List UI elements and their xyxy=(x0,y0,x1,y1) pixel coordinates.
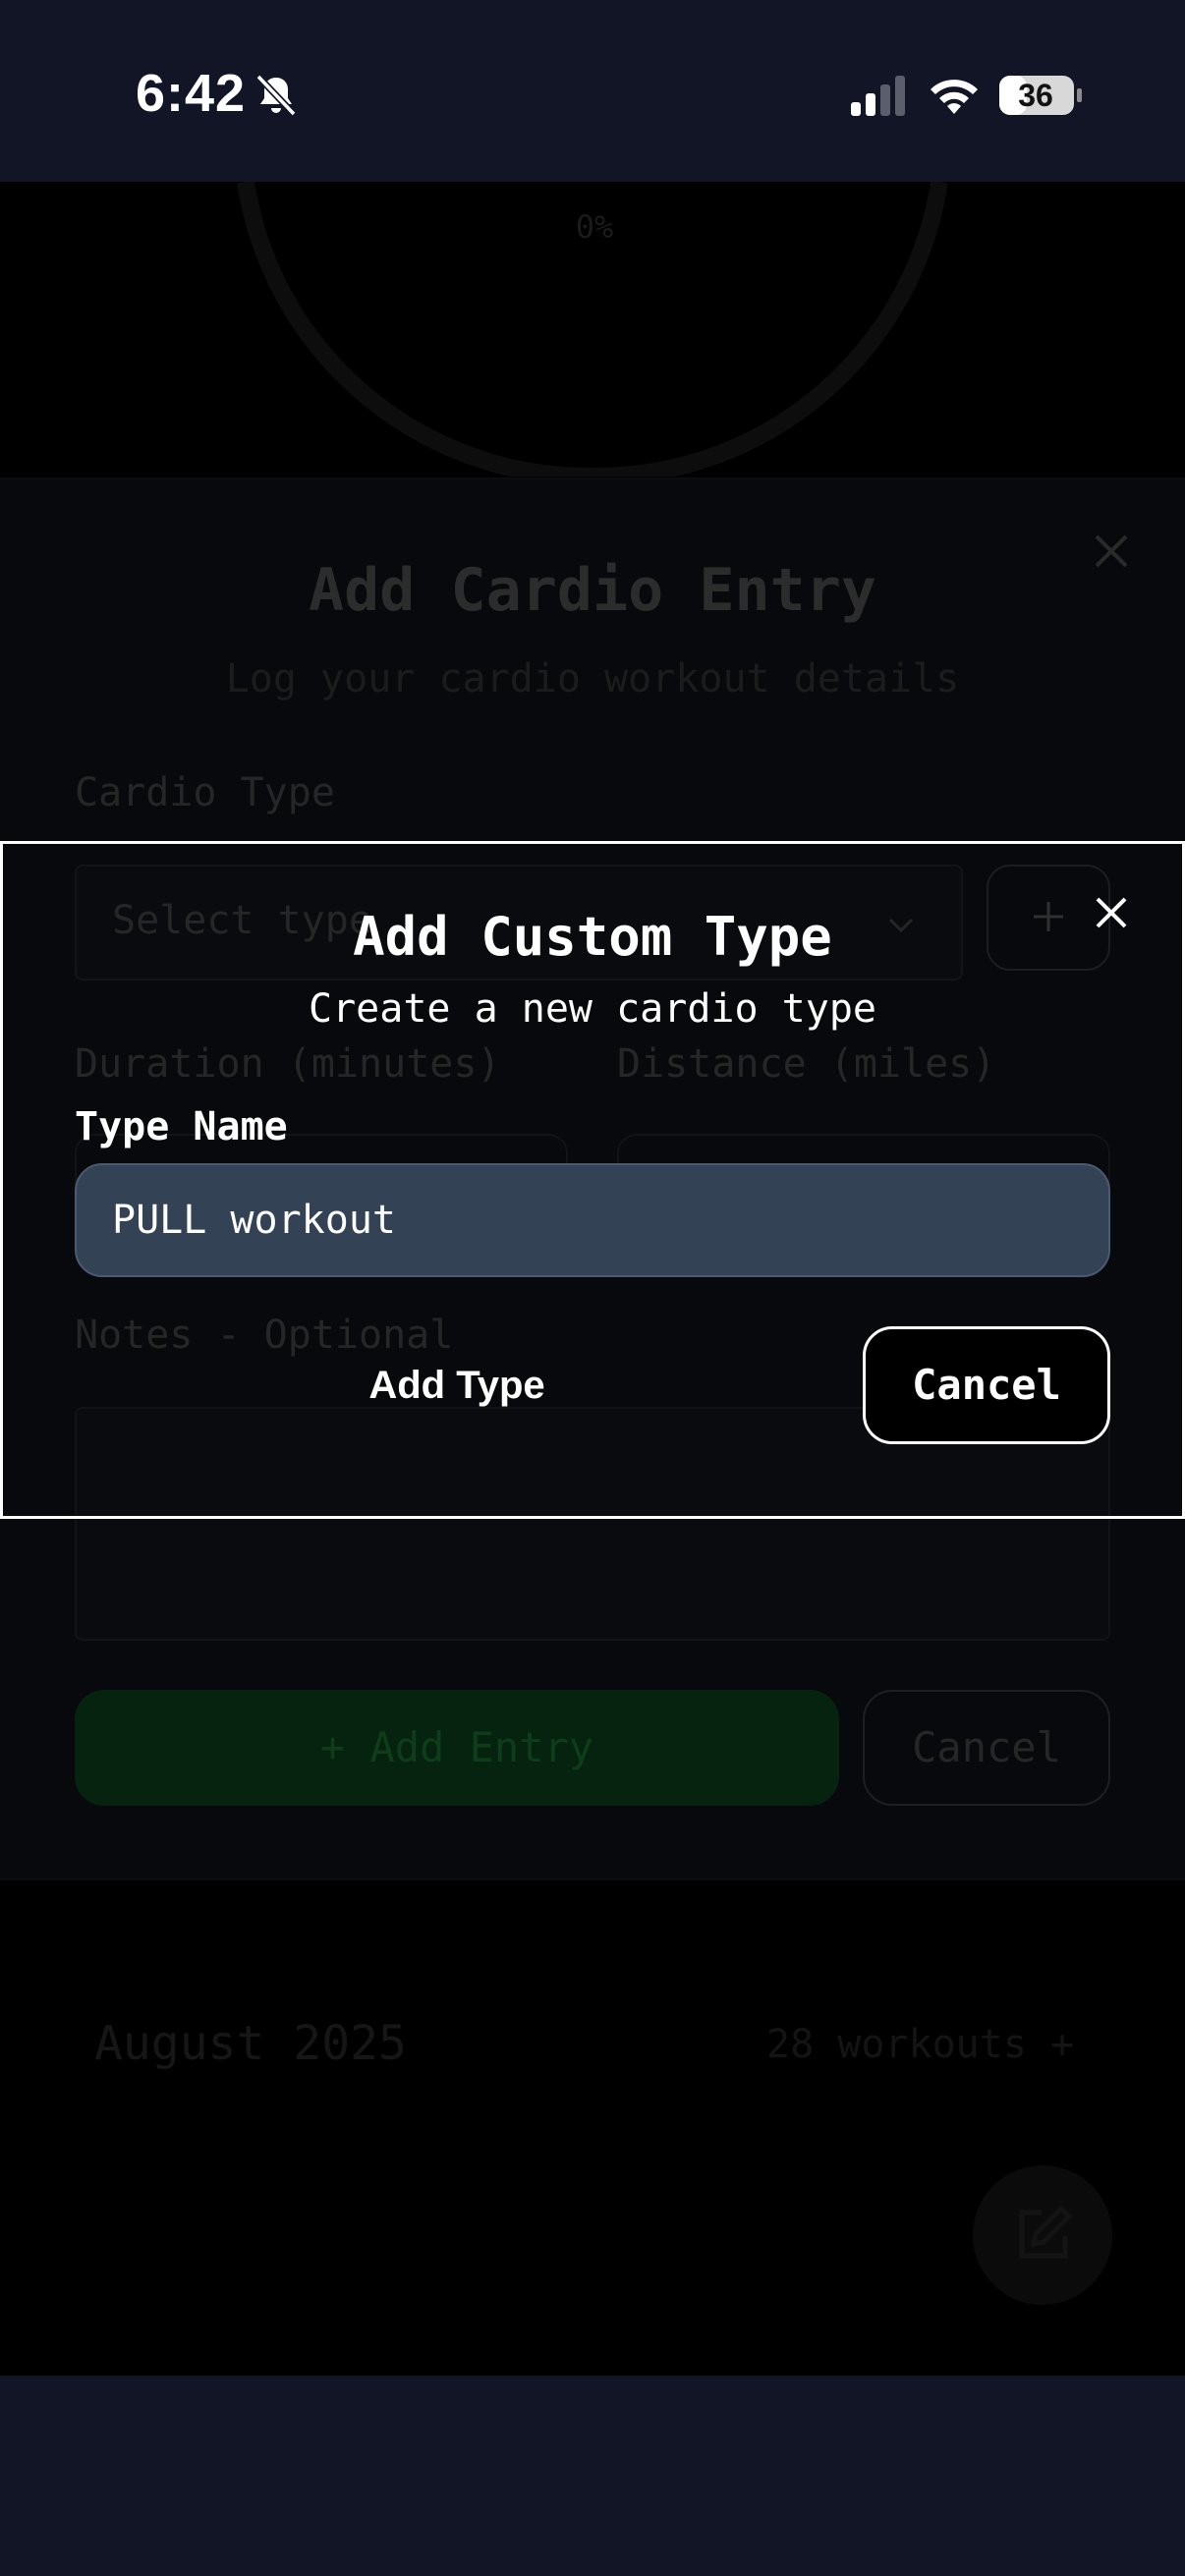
signal-icon xyxy=(851,76,905,116)
workouts-count: 28 workouts + xyxy=(766,2022,1075,2067)
cardio-cancel-label: Cancel xyxy=(912,1723,1061,1771)
type-name-input[interactable] xyxy=(75,1163,1110,1277)
edit-icon xyxy=(1019,2205,1073,2259)
cardio-dialog-subtitle: Log your cardio workout details xyxy=(225,656,960,701)
battery-level: 36 xyxy=(1018,78,1053,113)
cardio-dialog-title: Add Cardio Entry xyxy=(309,556,876,625)
custom-dialog-title: Add Custom Type xyxy=(353,906,832,968)
home-indicator-area xyxy=(0,2376,1185,2576)
cardio-type-label: Cardio Type xyxy=(75,770,335,815)
status-time: 6:42 xyxy=(136,64,247,123)
custom-dialog-subtitle: Create a new cardio type xyxy=(309,986,876,1032)
bell-slash-icon xyxy=(255,74,297,117)
wifi-icon xyxy=(931,80,978,114)
month-label: August 2025 xyxy=(94,2016,407,2071)
type-name-label: Type Name xyxy=(75,1104,288,1149)
add-entry-label: + Add Entry xyxy=(319,1723,594,1771)
progress-percent: 0% xyxy=(575,208,614,246)
add-type-button[interactable]: Add Type xyxy=(75,1328,839,1442)
custom-cancel-label: Cancel xyxy=(912,1361,1061,1409)
